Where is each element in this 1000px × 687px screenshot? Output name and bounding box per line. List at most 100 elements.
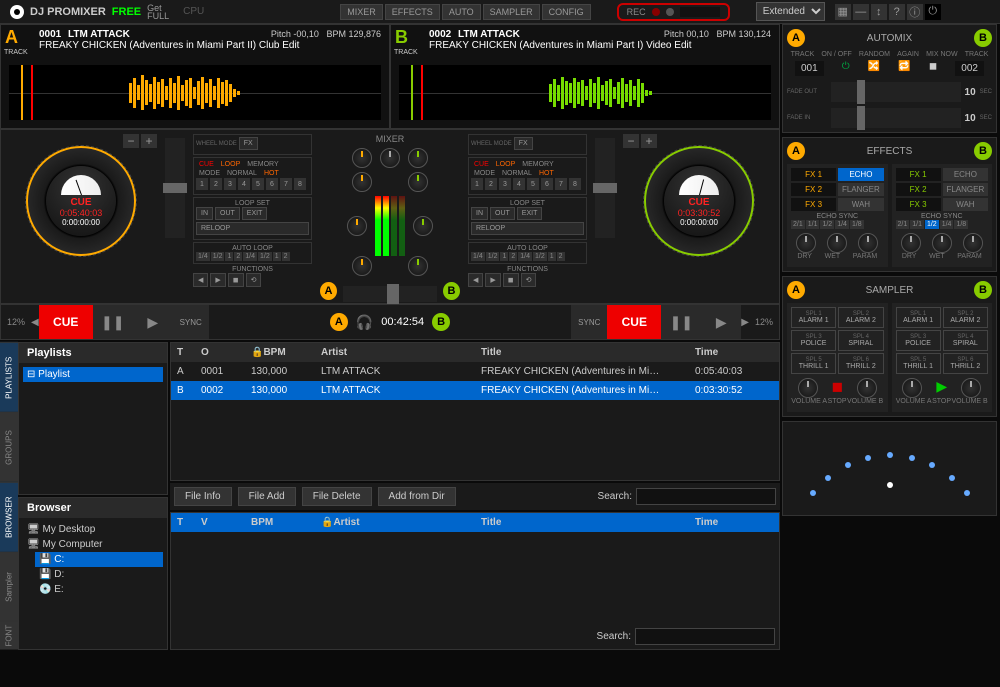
eq-knob-1[interactable] (380, 148, 400, 168)
loop-exit-b[interactable]: EXIT (517, 207, 543, 220)
al-6[interactable]: 1/2 (258, 252, 272, 261)
browser-drive-d[interactable]: 💾 D: (35, 567, 163, 582)
help-icon[interactable]: ? (889, 4, 905, 20)
loop-exit-btn[interactable]: EXIT (242, 207, 268, 220)
eq-b-mid[interactable] (413, 216, 433, 236)
eq-a-lo[interactable] (352, 256, 372, 276)
fx-a-wah[interactable]: WAH (838, 198, 883, 211)
alb-3[interactable]: 1 (500, 252, 508, 261)
fn-b-4[interactable]: ⟲ (521, 273, 537, 287)
mode-hot[interactable]: HOT (261, 169, 282, 178)
am-onoff[interactable]: ON / OFF (821, 51, 851, 58)
fx-b-wah[interactable]: WAH (943, 198, 988, 211)
close-icon[interactable]: ⏻ (925, 4, 941, 20)
deck-b-jog-wheel[interactable]: CUE 0:03:30:52 0:00:00:00 (644, 146, 754, 256)
crossfader[interactable] (343, 286, 437, 302)
fx-b-wet-knob[interactable] (932, 233, 952, 253)
spl-a-vol2-knob[interactable] (857, 378, 877, 398)
sampler-pad-a-5[interactable]: SPL 5THRILL 1 (791, 353, 836, 374)
deck-a-pitch-fader[interactable] (165, 138, 185, 238)
deck-b-cue-button[interactable]: CUE (607, 305, 661, 339)
es-a-3[interactable]: 1/2 (820, 220, 834, 229)
get-full-link[interactable]: GetFULL (147, 4, 169, 20)
al-4[interactable]: 2 (234, 252, 242, 261)
hotcue-b-5[interactable]: 5 (527, 178, 539, 190)
al-8[interactable]: 2 (282, 252, 290, 261)
hotcue-b-1[interactable]: 1 (471, 178, 483, 190)
spl-a-stop-icon[interactable]: ◼ (831, 378, 843, 398)
layout-select[interactable]: Extended (756, 2, 825, 21)
fn-a-1[interactable]: ◀ (193, 273, 208, 287)
table-row[interactable]: B 0002 130,000 LTM ATTACK FREAKY CHICKEN… (171, 381, 779, 400)
deck-b-play-button[interactable]: ▶ (701, 305, 741, 339)
table-row[interactable]: A 0001 130,000 LTM ATTACK FREAKY CHICKEN… (171, 362, 779, 381)
deck-a-zoom-in[interactable]: + (141, 134, 157, 148)
sampler-pad-a-2[interactable]: SPL 2ALARM 2 (838, 307, 883, 328)
bcol-title[interactable]: Title (475, 515, 689, 530)
fx-b-param-knob[interactable] (963, 233, 983, 253)
col-artist[interactable]: Artist (315, 345, 475, 360)
center-a-badge[interactable]: A (330, 313, 348, 331)
browser-search-input[interactable] (635, 628, 775, 645)
hotcue-b-8[interactable]: 8 (569, 178, 581, 190)
alb-4[interactable]: 2 (509, 252, 517, 261)
hotcue-3[interactable]: 3 (224, 178, 236, 190)
browser-desktop[interactable]: 🖥 My Desktop (23, 522, 163, 537)
tab-sampler[interactable]: Sampler (0, 552, 18, 622)
alb-8[interactable]: 2 (557, 252, 565, 261)
sampler-pad-b-2[interactable]: SPL 2ALARM 2 (943, 307, 988, 328)
file-add-button[interactable]: File Add (238, 487, 296, 506)
nav-mixer[interactable]: MIXER (340, 4, 383, 20)
bcol-time[interactable]: Time (689, 515, 779, 530)
fn-b-1[interactable]: ◀ (468, 273, 483, 287)
fadein-slider[interactable] (831, 108, 961, 128)
alb-7[interactable]: 1 (548, 252, 556, 261)
es-a-4[interactable]: 1/4 (835, 220, 849, 229)
col-time[interactable]: Time (689, 345, 779, 360)
al-5[interactable]: 1/4 (243, 252, 257, 261)
col-o[interactable]: O (195, 345, 245, 360)
center-b-badge[interactable]: B (432, 313, 450, 331)
mode-loop[interactable]: LOOP (218, 160, 243, 169)
al-1[interactable]: 1/4 (196, 252, 210, 261)
al-2[interactable]: 1/2 (211, 252, 225, 261)
reloop-btn[interactable]: RELOOP (196, 222, 309, 235)
deck-b-fx-btn[interactable]: FX (514, 137, 533, 150)
fx-a-echo[interactable]: ECHO (838, 168, 883, 181)
hotcue-5[interactable]: 5 (252, 178, 264, 190)
loop-out-b[interactable]: OUT (490, 207, 515, 220)
deck-b-zoom-in[interactable]: + (641, 134, 657, 148)
fadeout-slider[interactable] (831, 82, 961, 102)
deck-b-pause-button[interactable]: ❚❚ (661, 305, 701, 339)
reloop-b[interactable]: RELOOP (471, 222, 584, 235)
es-b-1[interactable]: 2/1 (896, 220, 910, 229)
mode-cue[interactable]: CUE (196, 160, 217, 169)
am-random[interactable]: RANDOM (859, 51, 890, 58)
alb-6[interactable]: 1/2 (533, 252, 547, 261)
sampler-pad-a-4[interactable]: SPL 4SPIRAL (838, 330, 883, 351)
fn-b-3[interactable]: ◼ (503, 273, 519, 287)
mode-normal-b[interactable]: NORMAL (499, 169, 535, 178)
hotcue-6[interactable]: 6 (266, 178, 278, 190)
sampler-pad-b-4[interactable]: SPL 4SPIRAL (943, 330, 988, 351)
rec-button-icon[interactable] (652, 8, 660, 16)
mode-hot-b[interactable]: HOT (536, 169, 557, 178)
browser-drive-c[interactable]: 💾 C: (35, 552, 163, 567)
browser-computer[interactable]: 🖥 My Computer (23, 537, 163, 552)
file-info-button[interactable]: File Info (174, 487, 232, 506)
tab-playlists[interactable]: PLAYLISTS (0, 342, 18, 412)
minimize-icon[interactable]: — (853, 4, 869, 20)
hotcue-b-7[interactable]: 7 (555, 178, 567, 190)
fn-b-2[interactable]: ▶ (485, 273, 500, 287)
mode-memory[interactable]: MEMORY (244, 160, 281, 169)
hotcue-4[interactable]: 4 (238, 178, 250, 190)
gain-b-knob[interactable] (408, 148, 428, 168)
sampler-pad-b-3[interactable]: SPL 3POLICE (896, 330, 941, 351)
fn-a-2[interactable]: ▶ (210, 273, 225, 287)
alb-2[interactable]: 1/2 (486, 252, 500, 261)
fx-a-dry-knob[interactable] (796, 233, 816, 253)
bcol-bpm[interactable]: BPM (245, 515, 315, 530)
fx-b-flanger[interactable]: FLANGER (943, 183, 988, 196)
spl-a-vol-knob[interactable] (798, 378, 818, 398)
browser-drive-e[interactable]: 💿 E: (35, 582, 163, 597)
